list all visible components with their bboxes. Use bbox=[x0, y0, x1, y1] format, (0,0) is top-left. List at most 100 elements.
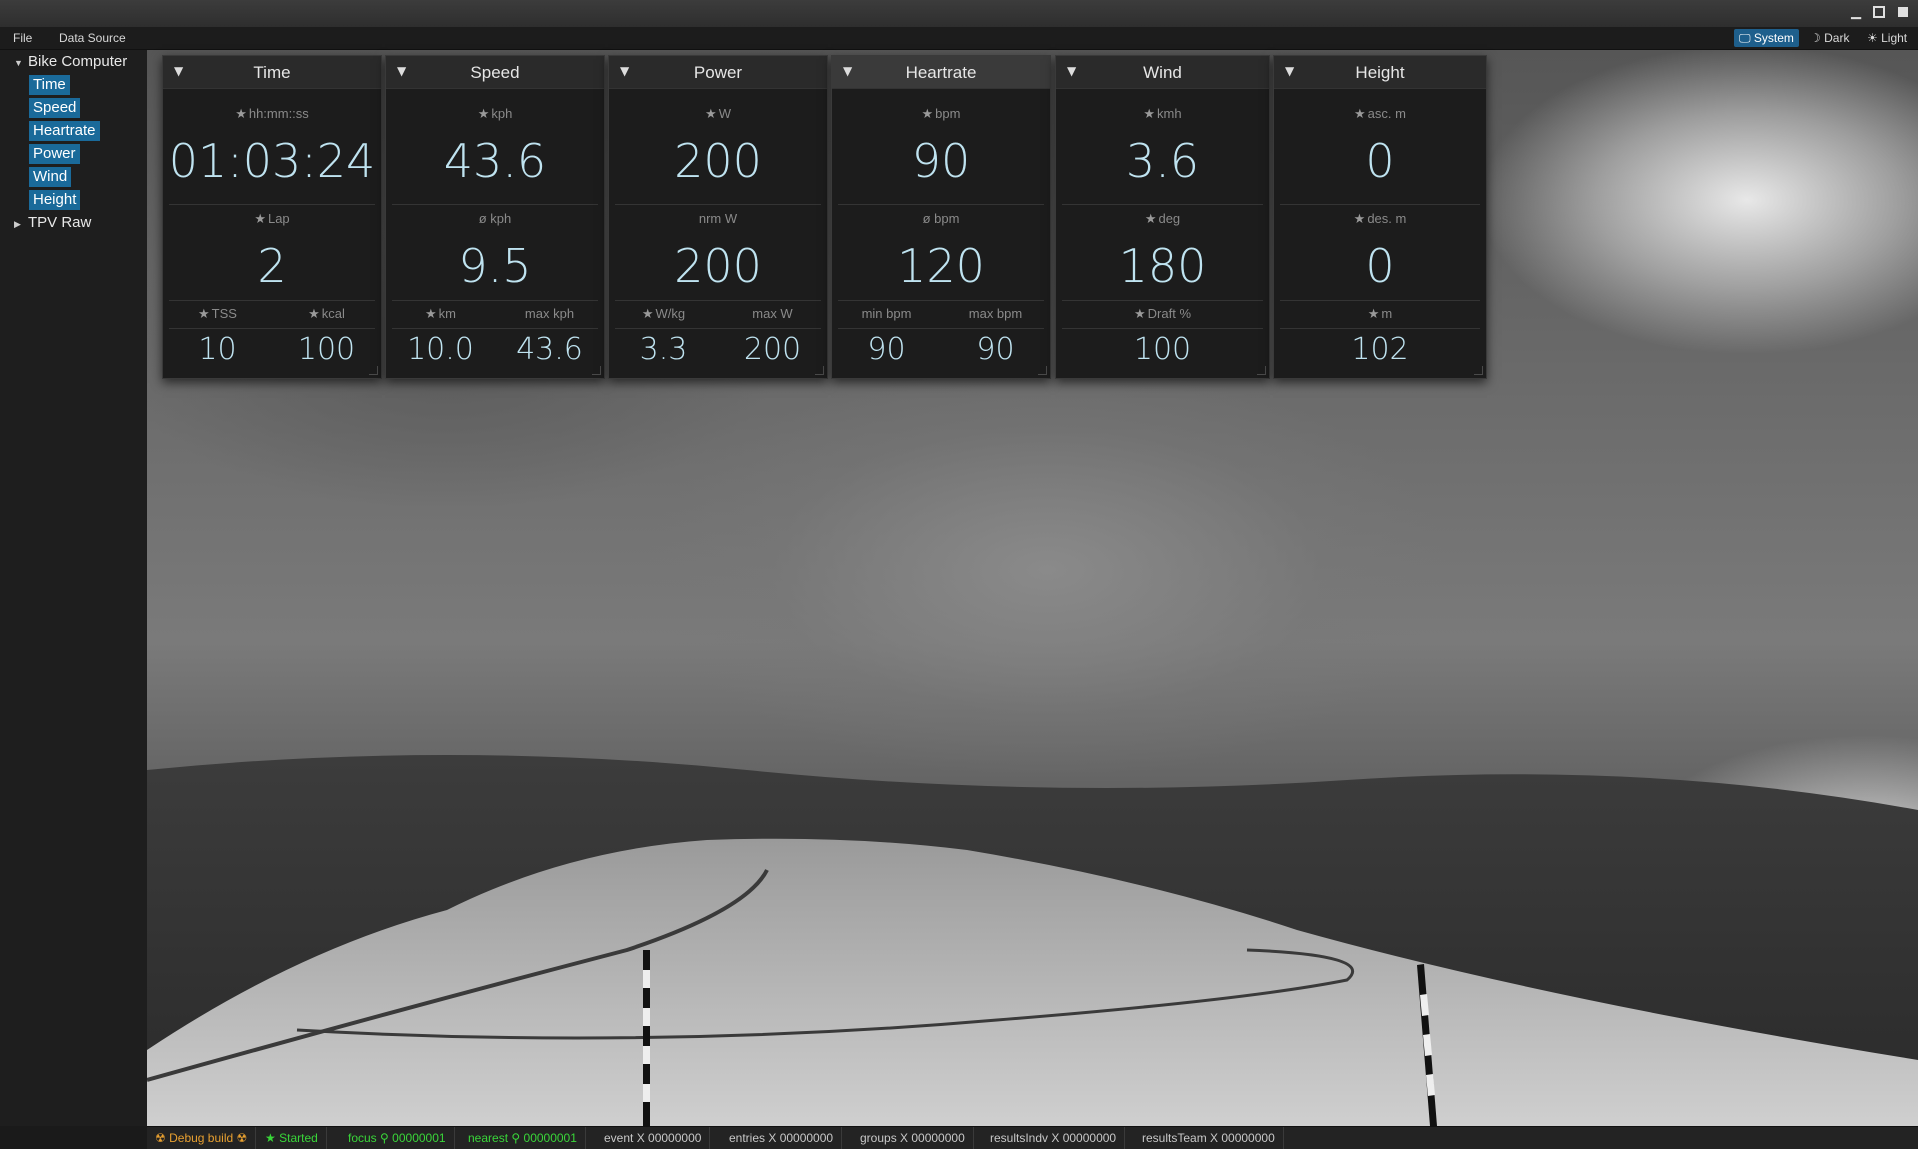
resize-grip[interactable] bbox=[1038, 366, 1047, 375]
metric-value: 01:03:24 bbox=[168, 134, 376, 188]
resize-grip[interactable] bbox=[592, 366, 601, 375]
metric-value: 120 bbox=[897, 239, 985, 293]
star-icon[interactable]: ★ bbox=[642, 306, 654, 321]
sidebar-item-wind[interactable]: Wind bbox=[29, 167, 72, 187]
star-icon[interactable]: ★ bbox=[1354, 106, 1366, 121]
metric-label: ø bpm bbox=[922, 211, 960, 226]
theme-light-button[interactable]: ☀ Light bbox=[1862, 29, 1912, 47]
resize-grip[interactable] bbox=[369, 366, 378, 375]
divider bbox=[169, 300, 375, 301]
status-bar: ☢ Debug build ☢ ★ Started focus ⚲ 000000… bbox=[147, 1126, 1918, 1149]
metric-value: 0 bbox=[1365, 134, 1395, 188]
star-icon[interactable]: ★ bbox=[1354, 211, 1366, 226]
metric-label: ★ Lap bbox=[254, 211, 290, 226]
divider bbox=[838, 300, 1044, 301]
theme-system-button[interactable]: 🖵 System bbox=[1734, 29, 1799, 47]
card-header[interactable]: ▼ Speed bbox=[386, 56, 604, 89]
star-icon[interactable]: ★ bbox=[922, 106, 934, 121]
sidebar-item-heartrate[interactable]: Heartrate bbox=[29, 121, 100, 141]
metric-label: ★ W/kg bbox=[641, 306, 686, 321]
maximize-icon[interactable] bbox=[1872, 6, 1886, 20]
star-icon[interactable]: ★ bbox=[308, 306, 320, 321]
divider bbox=[615, 300, 821, 301]
star-icon[interactable]: ★ bbox=[1145, 211, 1157, 226]
resize-grip[interactable] bbox=[815, 366, 824, 375]
wind-card[interactable]: ▼ Wind ★ kmh 3.6 ★ deg 180 ★ Draft % 100 bbox=[1055, 55, 1270, 379]
metric-value: 100 bbox=[1133, 332, 1192, 367]
status-focus: focus ⚲ 00000001 bbox=[340, 1127, 455, 1149]
tree-root-tpv-raw[interactable]: ▶ TPV Raw bbox=[14, 214, 91, 231]
metric-value: 10 bbox=[198, 332, 237, 367]
menu-file[interactable]: File bbox=[13, 31, 32, 45]
metric-value: 100 bbox=[297, 332, 356, 367]
divider bbox=[1062, 328, 1263, 329]
metric-value: 0 bbox=[1365, 239, 1395, 293]
metric-label: ★ asc. m bbox=[1354, 106, 1406, 121]
divider bbox=[1280, 204, 1480, 205]
status-started: ★ Started bbox=[257, 1127, 327, 1149]
metric-label: ★ km bbox=[425, 306, 456, 321]
divider bbox=[392, 204, 598, 205]
divider bbox=[615, 328, 821, 329]
metric-label: ★ bpm bbox=[921, 106, 961, 121]
divider bbox=[838, 204, 1044, 205]
star-icon[interactable]: ★ bbox=[198, 306, 210, 321]
star-icon[interactable]: ★ bbox=[1368, 306, 1380, 321]
star-icon[interactable]: ★ bbox=[235, 106, 247, 121]
card-header[interactable]: ▼ Wind bbox=[1056, 56, 1269, 89]
card-header[interactable]: ▼ Power bbox=[609, 56, 827, 89]
radiation-icon: ☢ bbox=[236, 1131, 248, 1145]
resize-grip[interactable] bbox=[1474, 366, 1483, 375]
title-bar: ▁ bbox=[0, 0, 1918, 27]
minimize-icon[interactable]: ▁ bbox=[1849, 6, 1863, 20]
collapsed-arrow-icon[interactable]: ▶ bbox=[14, 219, 28, 230]
star-icon[interactable]: ★ bbox=[1143, 106, 1155, 121]
card-title: Speed bbox=[470, 63, 520, 82]
metric-label: ★ kcal bbox=[308, 306, 345, 321]
close-icon[interactable] bbox=[1896, 6, 1910, 20]
sidebar-tree: ▼ Bike Computer Time Speed Heartrate Powe… bbox=[0, 50, 147, 1126]
star-icon[interactable]: ★ bbox=[478, 106, 490, 121]
metric-label: ★ deg bbox=[1144, 211, 1181, 226]
speed-card[interactable]: ▼ Speed ★ kph 43.6 ø kph 9.5 ★ km max kph … bbox=[385, 55, 605, 379]
divider bbox=[392, 300, 598, 301]
star-icon[interactable]: ★ bbox=[254, 211, 266, 226]
sun-icon: ☀ bbox=[1867, 31, 1878, 45]
tree-root-bike-computer[interactable]: ▼ Bike Computer bbox=[14, 53, 127, 70]
card-header[interactable]: ▼ Time bbox=[163, 56, 381, 89]
theme-dark-button[interactable]: ☽ Dark bbox=[1805, 29, 1854, 47]
metric-value: 9.5 bbox=[458, 239, 532, 293]
divider bbox=[169, 204, 375, 205]
star-icon[interactable]: ★ bbox=[705, 106, 717, 121]
metric-label: ★ W bbox=[705, 106, 731, 121]
time-card[interactable]: ▼ Time ★ hh:mm::ss 01:03:24 ★ Lap 2 ★ TSS ★… bbox=[162, 55, 382, 379]
divider bbox=[615, 204, 821, 205]
sidebar-item-speed[interactable]: Speed bbox=[29, 98, 81, 118]
status-event: event X 00000000 bbox=[596, 1127, 711, 1149]
star-icon[interactable]: ★ bbox=[425, 306, 437, 321]
card-header[interactable]: ▼ Height bbox=[1274, 56, 1486, 89]
sidebar-item-time[interactable]: Time bbox=[29, 75, 70, 95]
metric-label: ★ hh:mm::ss bbox=[235, 106, 309, 121]
metric-value: 43.6 bbox=[443, 134, 547, 188]
metric-label: ★ kph bbox=[477, 106, 513, 121]
status-results-indv: resultsIndv X 00000000 bbox=[982, 1127, 1126, 1149]
radiation-icon: ☢ bbox=[155, 1131, 166, 1145]
metric-value: 180 bbox=[1118, 239, 1207, 293]
star-icon[interactable]: ★ bbox=[1134, 306, 1146, 321]
card-title: Power bbox=[693, 63, 743, 82]
power-card[interactable]: ▼ Power ★ W 200 nrm W 200 ★ W/kg max W 3.3… bbox=[608, 55, 828, 379]
status-groups: groups X 00000000 bbox=[852, 1127, 974, 1149]
divider bbox=[1280, 300, 1480, 301]
resize-grip[interactable] bbox=[1257, 366, 1266, 375]
height-card[interactable]: ▼ Height ★ asc. m 0 ★ des. m 0 ★ m 102 bbox=[1273, 55, 1487, 379]
sidebar-item-power[interactable]: Power bbox=[29, 144, 80, 164]
menu-data-source[interactable]: Data Source bbox=[59, 31, 126, 45]
status-debug-build: ☢ Debug build ☢ bbox=[147, 1127, 257, 1149]
sidebar-item-height[interactable]: Height bbox=[29, 190, 81, 210]
metric-value: 2 bbox=[257, 239, 287, 293]
expanded-arrow-icon[interactable]: ▼ bbox=[14, 58, 28, 68]
card-header[interactable]: ▼ Heartrate bbox=[832, 56, 1050, 89]
heartrate-card[interactable]: ▼ Heartrate ★ bpm 90 ø bpm 120 min bpm ma… bbox=[831, 55, 1051, 379]
moon-icon: ☽ bbox=[1810, 31, 1821, 45]
